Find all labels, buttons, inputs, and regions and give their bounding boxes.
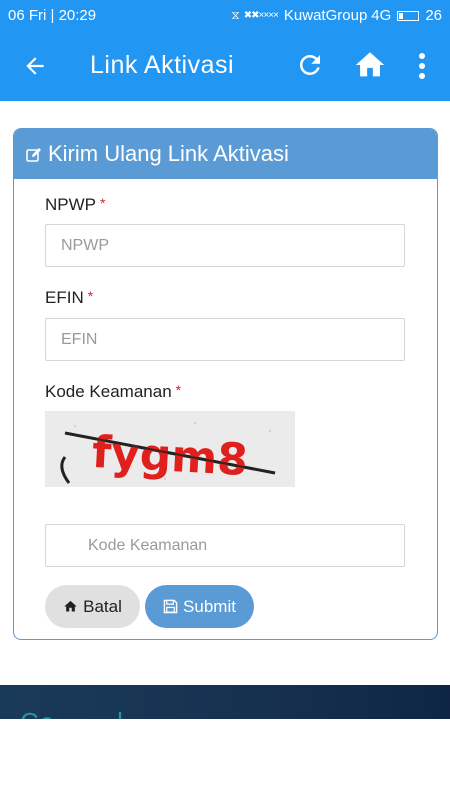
app-bar: Link Aktivasi	[0, 31, 450, 101]
carrier-name: KuwatGroup	[283, 7, 368, 24]
captcha-image: fygm8	[45, 411, 295, 487]
security-code-label: Kode Keamanan *	[45, 382, 181, 402]
submit-button-label[interactable]: Submit	[183, 597, 236, 617]
security-code-label-text: Kode Keamanan	[45, 382, 172, 401]
resend-activation-card: Kirim Ulang Link Aktivasi NPWP* EFIN* Ko…	[13, 128, 438, 640]
captcha-text: fygm8	[91, 427, 249, 486]
edit-icon	[26, 148, 41, 162]
cancel-button[interactable]: Batal	[45, 585, 140, 628]
required-mark: *	[100, 195, 106, 211]
npwp-label-text: NPWP	[45, 195, 96, 214]
efin-input[interactable]	[45, 318, 405, 361]
home-icon[interactable]	[352, 48, 388, 82]
back-arrow-icon[interactable]	[22, 53, 48, 79]
status-time: 06 Fri | 20:29	[8, 7, 97, 24]
more-vert-icon[interactable]	[417, 51, 427, 81]
required-mark: *	[175, 382, 182, 398]
refresh-icon[interactable]	[295, 50, 325, 80]
npwp-input[interactable]	[45, 224, 405, 267]
page-title: Link Aktivasi	[90, 51, 235, 79]
signal-icon: ✖✖××××	[243, 10, 279, 21]
home-icon	[64, 600, 77, 612]
footer-text: Co____l__	[20, 707, 155, 719]
hourglass-icon: ⧖	[231, 8, 240, 22]
footer-banner: Co____l__	[0, 685, 450, 719]
battery-icon	[397, 10, 420, 21]
submit-button[interactable]: Submit	[145, 585, 254, 628]
captcha-graphic: fygm8	[45, 411, 295, 487]
battery-level: 26	[425, 7, 442, 24]
cancel-button-label: Batal	[83, 596, 122, 616]
status-indicators: ⧖ ✖✖×××× KuwatGroup 4G 26	[231, 7, 442, 24]
card-header: Kirim Ulang Link Aktivasi	[14, 129, 437, 179]
npwp-label: NPWP *	[45, 195, 105, 215]
card-title: Kirim Ulang Link Aktivasi	[48, 141, 289, 166]
status-bar: 06 Fri | 20:29 ⧖ ✖✖×××× KuwatGroup 4G 26	[0, 0, 450, 31]
security-code-input[interactable]	[45, 524, 405, 567]
required-mark: *	[87, 288, 94, 304]
efin-label: EFIN *	[45, 288, 93, 308]
network-type: 4G	[371, 7, 392, 24]
efin-label-text: EFIN	[45, 288, 84, 307]
save-icon	[163, 599, 178, 614]
